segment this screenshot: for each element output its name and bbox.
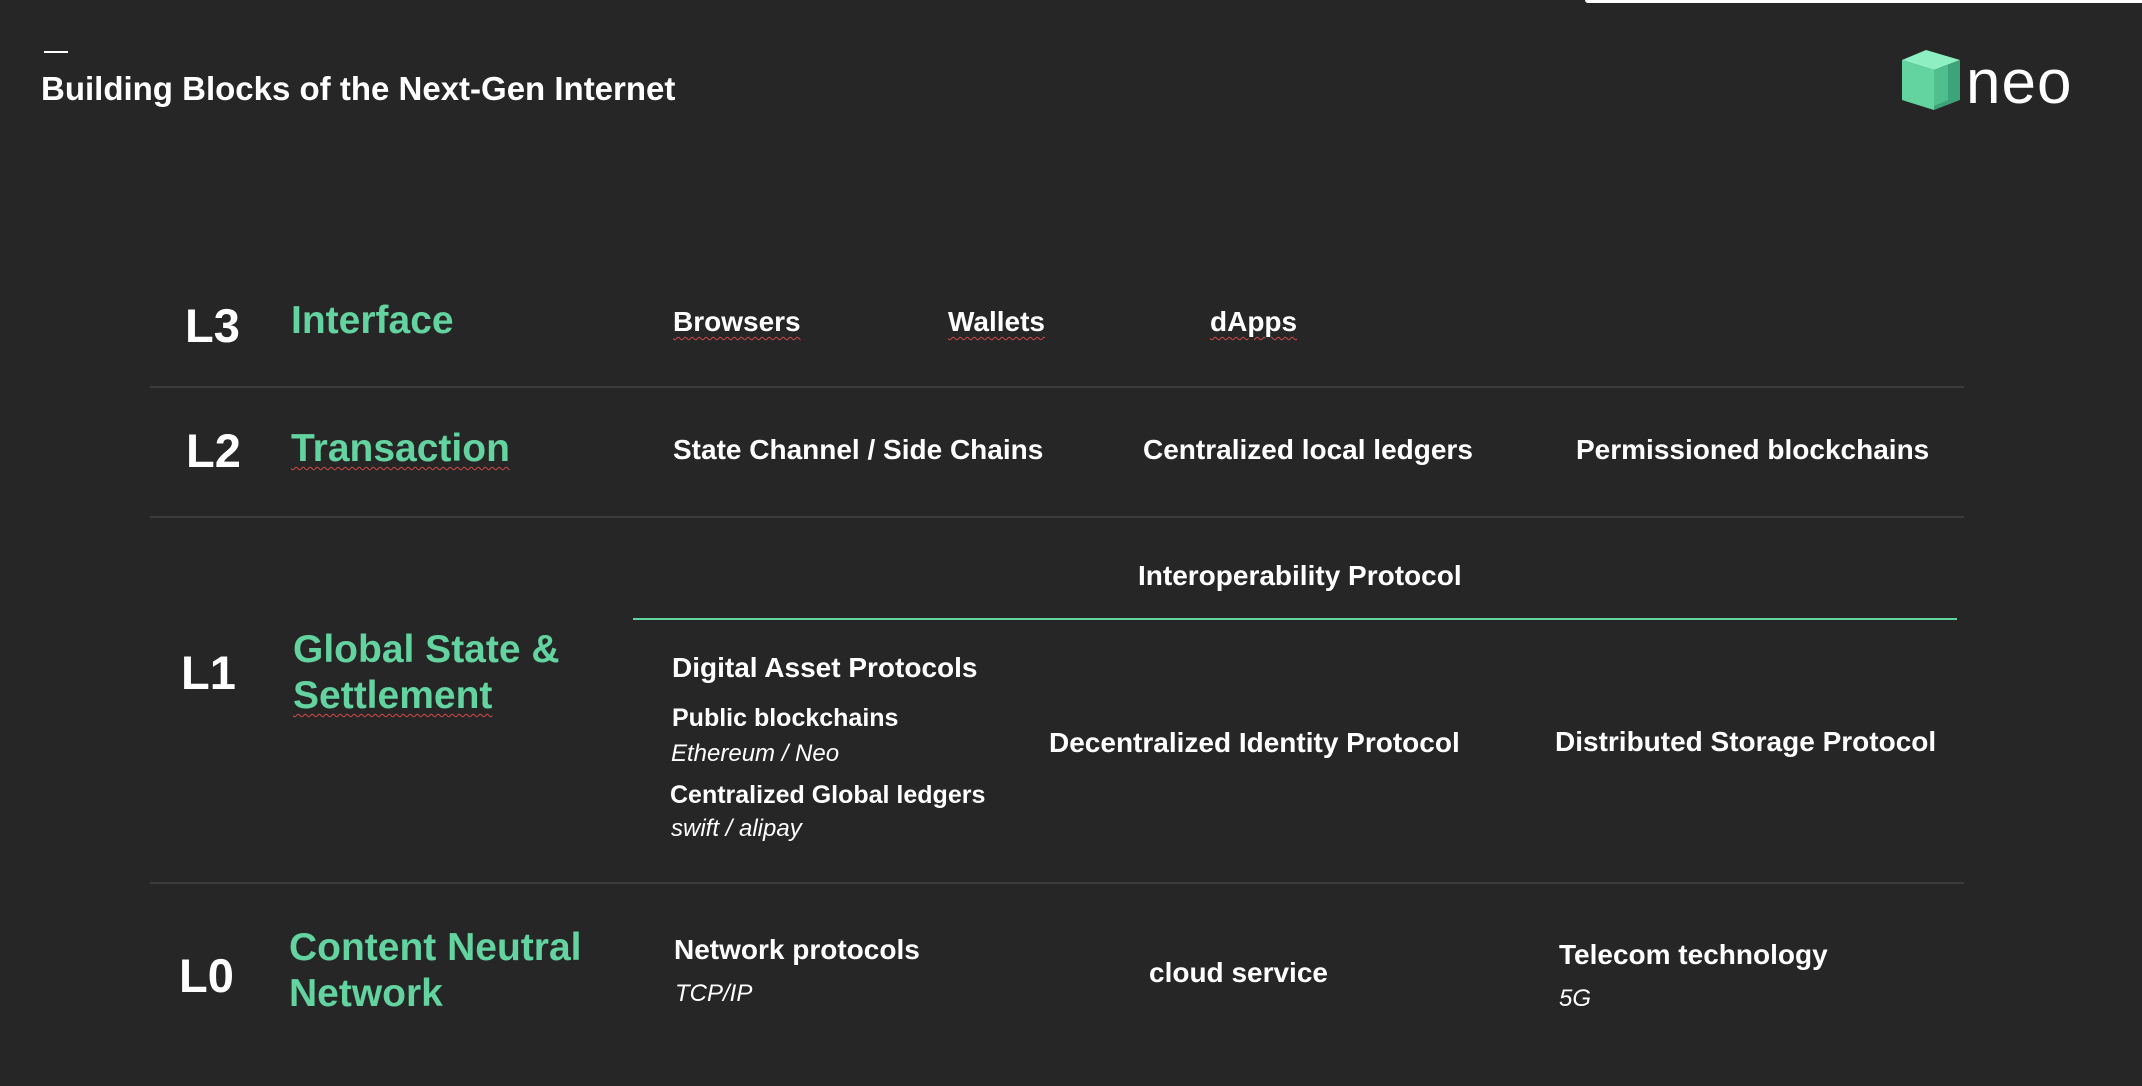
interoperability-divider [633, 618, 1957, 620]
telecom-technology: Telecom technology [1559, 939, 1828, 970]
category-transaction: Transaction [291, 427, 510, 470]
interoperability-protocol: Interoperability Protocol [1138, 560, 1462, 591]
item-browsers: Browsers [673, 306, 801, 337]
row-divider-l1 [150, 882, 1964, 884]
logo-wordmark: neo [1966, 48, 2073, 117]
public-blockchains-label: Public blockchains [672, 704, 899, 732]
decentralized-identity-protocol: Decentralized Identity Protocol [1049, 727, 1460, 758]
top-edge-bar [1585, 0, 2142, 3]
layer-label-l1: L1 [181, 646, 236, 699]
cloud-service: cloud service [1149, 957, 1328, 988]
page-title: Building Blocks of the Next-Gen Internet [41, 70, 676, 107]
row-divider-l3 [150, 386, 1964, 388]
network-protocols: Network protocols [674, 934, 920, 965]
item-state-channel: State Channel / Side Chains [673, 434, 1044, 465]
row-divider-l2 [150, 516, 1964, 518]
category-content-neutral-line1: Content Neutral [289, 926, 582, 969]
neo-logo: neo [1900, 48, 2073, 119]
category-global-state-line1: Global State & [293, 628, 560, 671]
category-global-state-line2: Settlement [293, 674, 493, 717]
digital-asset-protocols: Digital Asset Protocols [672, 652, 978, 683]
item-permissioned-blockchains: Permissioned blockchains [1576, 434, 1930, 465]
layer-label-l2: L2 [186, 424, 241, 477]
category-content-neutral-line2: Network [289, 972, 443, 1015]
layer-label-l0: L0 [179, 949, 234, 1002]
public-blockchains-examples: Ethereum / Neo [671, 740, 840, 767]
telecom-technology-example: 5G [1559, 985, 1592, 1012]
centralized-global-ledgers-label: Centralized Global ledgers [670, 781, 986, 809]
title-dash [44, 51, 68, 53]
centralized-global-ledgers-examples: swift / alipay [671, 815, 802, 842]
item-dapps: dApps [1210, 306, 1298, 337]
distributed-storage-protocol: Distributed Storage Protocol [1555, 726, 1937, 757]
layer-label-l3: L3 [185, 299, 240, 352]
category-interface: Interface [291, 299, 454, 342]
item-centralized-local-ledgers: Centralized local ledgers [1143, 434, 1473, 465]
network-protocols-example: TCP/IP [675, 980, 753, 1007]
item-wallets: Wallets [948, 306, 1045, 337]
neo-cube-icon [1900, 48, 1962, 119]
